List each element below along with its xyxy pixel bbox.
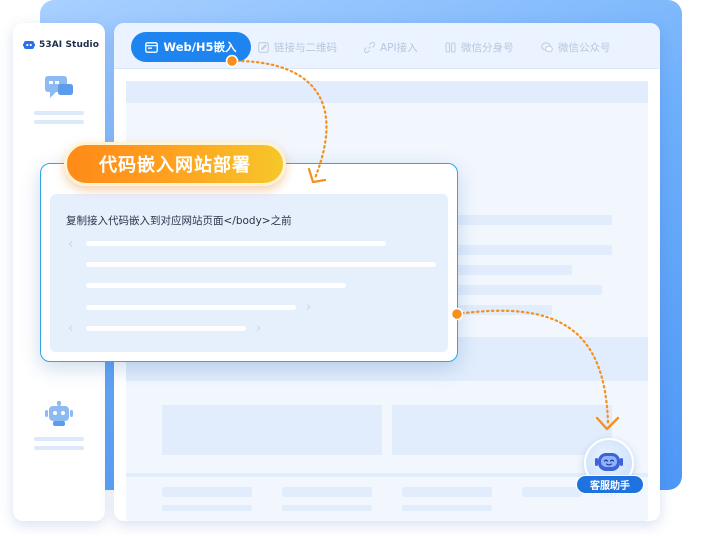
chat-icon bbox=[45, 76, 73, 98]
brand-name: 53AI Studio bbox=[39, 40, 99, 50]
placeholder-line bbox=[162, 505, 252, 511]
embed-instruction: 复制接入代码嵌入到对应网站页面</body>之前 bbox=[66, 215, 292, 227]
tab-wechat-official[interactable]: 微信公众号 bbox=[541, 32, 611, 62]
placeholder-line bbox=[432, 215, 612, 225]
code-line bbox=[86, 241, 386, 246]
tab-bar: Web/H5嵌入 链接与二维码 API接入 微信分身号 微信公众号 bbox=[114, 23, 660, 69]
code-line bbox=[86, 262, 436, 267]
embed-code-popup: 复制接入代码嵌入到对应网站页面</body>之前 ‹ › ‹ › bbox=[40, 163, 458, 362]
tab-link-qrcode[interactable]: 链接与二维码 bbox=[258, 32, 337, 62]
stage: 53AI Studio Web/H5嵌入 链接与二维码 API接入 微信分身号 … bbox=[0, 0, 720, 535]
code-line bbox=[86, 283, 346, 288]
tab-label: Web/H5嵌入 bbox=[163, 40, 237, 54]
placeholder-line bbox=[432, 245, 612, 255]
content-divider bbox=[126, 473, 648, 477]
tab-api-access[interactable]: API接入 bbox=[364, 32, 418, 62]
tab-label: 微信分身号 bbox=[461, 41, 514, 54]
sidebar-line bbox=[34, 120, 84, 124]
wechat-clone-icon bbox=[445, 41, 456, 53]
brand-logo: 53AI Studio bbox=[23, 39, 99, 51]
placeholder-block bbox=[392, 405, 612, 455]
code-block: 复制接入代码嵌入到对应网站页面</body>之前 ‹ › ‹ › bbox=[50, 194, 448, 352]
wechat-official-icon bbox=[541, 41, 553, 52]
tab-label: 微信公众号 bbox=[558, 41, 611, 54]
badge-title: 代码嵌入网站部署 bbox=[99, 155, 251, 176]
placeholder-line bbox=[162, 487, 252, 497]
assistant-label-pill[interactable]: 客服助手 bbox=[576, 475, 644, 494]
sidebar-line bbox=[34, 437, 84, 441]
sidebar-line bbox=[34, 111, 84, 115]
sidebar-item-chat[interactable] bbox=[13, 75, 105, 124]
content-header-bar bbox=[126, 81, 648, 103]
code-embed-badge: 代码嵌入网站部署 bbox=[64, 142, 286, 186]
assistant-label: 客服助手 bbox=[590, 481, 630, 492]
placeholder-line bbox=[402, 505, 492, 511]
chevron-left-icon: ‹ bbox=[68, 321, 74, 336]
tab-web-h5-embed[interactable]: Web/H5嵌入 bbox=[131, 32, 251, 62]
logo-icon bbox=[23, 41, 35, 49]
edit-icon bbox=[258, 41, 269, 53]
placeholder-line bbox=[402, 487, 492, 497]
placeholder-line bbox=[282, 487, 372, 497]
tab-wechat-clone[interactable]: 微信分身号 bbox=[445, 32, 514, 62]
chevron-right-icon: › bbox=[256, 321, 262, 336]
code-line bbox=[86, 326, 246, 331]
chevron-left-icon: ‹ bbox=[68, 237, 74, 252]
link-icon bbox=[364, 41, 375, 53]
tab-label: API接入 bbox=[380, 41, 418, 54]
placeholder-line bbox=[282, 505, 372, 511]
placeholder-block bbox=[162, 405, 382, 455]
browser-window-icon bbox=[145, 41, 159, 53]
chevron-right-icon: › bbox=[306, 300, 312, 315]
sidebar-line bbox=[34, 446, 84, 450]
sidebar-item-robot[interactable] bbox=[13, 401, 105, 450]
code-line bbox=[86, 305, 296, 310]
placeholder-line bbox=[522, 487, 582, 497]
robot-icon bbox=[45, 401, 73, 426]
tab-label: 链接与二维码 bbox=[274, 41, 337, 54]
